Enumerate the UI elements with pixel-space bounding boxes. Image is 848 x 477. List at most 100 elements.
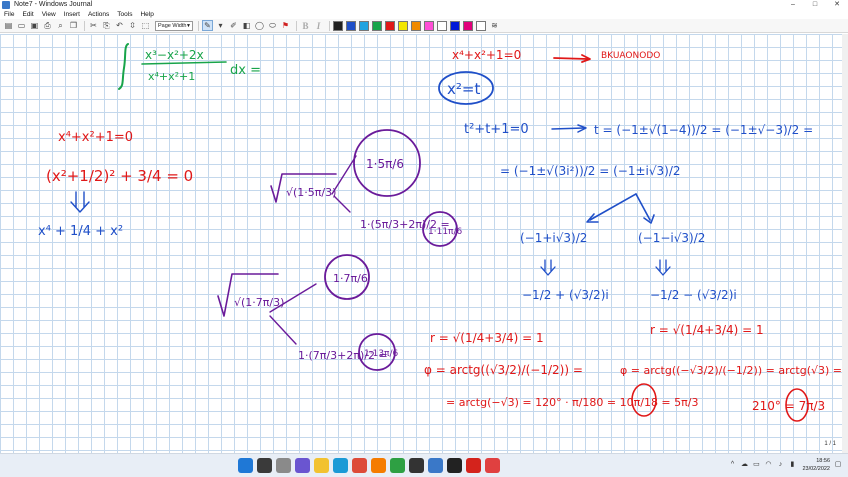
substitution: x²=t (447, 80, 480, 98)
eraser-icon[interactable]: ◧ (241, 20, 252, 31)
new-note-icon[interactable]: ▤ (3, 20, 14, 31)
root-right-simple: −1/2 − (√3/2)i (650, 288, 737, 302)
chat-icon[interactable] (295, 458, 310, 473)
copy-icon[interactable]: ❐ (68, 20, 79, 31)
down-arrow-left (540, 259, 556, 276)
window-controls: – □ ✕ (782, 0, 848, 10)
pen-options-icon[interactable]: ▾ (215, 20, 226, 31)
start-icon[interactable] (238, 458, 253, 473)
arg-left: φ = arctg((√3/2)/(−1/2)) = (424, 363, 583, 377)
color-swatch[interactable] (359, 20, 369, 31)
color-swatch[interactable] (411, 20, 421, 31)
notifications-icon[interactable]: ▢ (834, 461, 842, 469)
pen-width-icon[interactable]: ≋ (489, 20, 500, 31)
branch-arrow-left (589, 193, 637, 221)
view-select[interactable]: Page Width ▼ (155, 20, 193, 31)
app-dark-icon[interactable] (447, 458, 462, 473)
color-swatch[interactable] (398, 20, 408, 31)
implies-arrow (553, 57, 589, 60)
menu-file[interactable]: File (0, 10, 18, 19)
purple-c1: 1·5π/6 (366, 157, 404, 171)
color-swatch[interactable] (450, 20, 460, 31)
journal-taskbar-icon[interactable] (428, 458, 443, 473)
toolbar-divider (198, 20, 199, 31)
purple-arrow-1 (331, 155, 357, 195)
menu-actions[interactable]: Actions (84, 10, 113, 19)
firefox-icon[interactable] (371, 458, 386, 473)
open-icon[interactable]: ▭ (16, 20, 27, 31)
modulus-left: r = √(1/4+3/4) = 1 (430, 331, 544, 345)
purple-c2: 1·11π/6 (428, 227, 462, 237)
print-icon[interactable]: ⎙ (42, 20, 53, 31)
menu-bar: File Edit View Insert Actions Tools Help (0, 10, 848, 19)
clock-date: 23/02/2022 (802, 466, 830, 472)
flag-icon[interactable]: ⚑ (280, 20, 291, 31)
bold-icon[interactable]: B (300, 20, 311, 31)
integral-numerator: x³−x²+2x (145, 48, 204, 62)
color-swatch[interactable] (437, 20, 447, 31)
arg-left-result: = arctg(−√3) = 120° · π/180 = 10π/18 = 5… (446, 396, 698, 409)
shape-icon[interactable]: ⬭ (267, 20, 278, 31)
minimize-button[interactable]: – (782, 0, 804, 10)
battery-icon[interactable]: ▮ (788, 461, 796, 469)
wifi-icon[interactable]: ◠ (764, 461, 772, 469)
menu-tools[interactable]: Tools (113, 10, 136, 19)
color-swatch[interactable] (424, 20, 434, 31)
insert-space-icon[interactable]: ⇳ (127, 20, 138, 31)
close-button[interactable]: ✕ (826, 0, 848, 10)
color-swatch[interactable] (385, 20, 395, 31)
cloud-icon[interactable]: ☁ (740, 461, 748, 469)
menu-insert[interactable]: Insert (60, 10, 84, 19)
chevron-down-icon: ▼ (186, 22, 191, 29)
color-swatch[interactable] (372, 20, 382, 31)
purple-arrow-4 (269, 315, 297, 345)
app-red-icon[interactable] (485, 458, 500, 473)
cut-icon[interactable]: ✂ (88, 20, 99, 31)
integral-denominator: x⁴+x²+1 (148, 70, 195, 83)
highlighter-icon[interactable]: ✐ (228, 20, 239, 31)
modulus-right: r = √(1/4+3/4) = 1 (650, 323, 764, 337)
window-title: Note7 - Windows Journal (14, 1, 93, 8)
menu-help[interactable]: Help (136, 10, 157, 19)
search-icon[interactable] (257, 458, 272, 473)
purple-radical-2 (217, 273, 279, 317)
lasso-icon[interactable]: ◯ (254, 20, 265, 31)
maximize-button[interactable]: □ (804, 0, 826, 10)
journal-app-icon (2, 1, 10, 9)
speaker-icon[interactable]: ♪ (776, 461, 784, 469)
system-tray: ^ ☁ ▭ ◠ ♪ ▮ 18:56 23/02/2022 ▢ (724, 457, 842, 473)
app-green-icon[interactable] (390, 458, 405, 473)
menu-view[interactable]: View (38, 10, 60, 19)
task-view-icon[interactable] (276, 458, 291, 473)
color-swatch[interactable] (476, 20, 486, 31)
chrome-icon[interactable] (352, 458, 367, 473)
paste-icon[interactable]: ⎘ (101, 20, 112, 31)
toolbar-divider (84, 20, 85, 31)
edge-icon[interactable] (333, 458, 348, 473)
journal-page[interactable]: dx = x³−x²+2x x⁴+x²+1 x⁴+x²+1=0 BKUAONOD… (0, 34, 848, 453)
taskbar: ^ ☁ ▭ ◠ ♪ ▮ 18:56 23/02/2022 ▢ (0, 453, 848, 477)
undo-icon[interactable]: ↶ (114, 20, 125, 31)
selection-tool-icon[interactable]: ⬚ (140, 20, 151, 31)
color-swatch[interactable] (463, 20, 473, 31)
vertical-scrollbar[interactable] (842, 34, 848, 453)
branch-arrow-right (635, 193, 651, 221)
find-icon[interactable]: ⌕ (55, 20, 66, 31)
fraction-bar (141, 61, 227, 65)
italic-icon[interactable]: I (313, 20, 324, 31)
acrobat-icon[interactable] (466, 458, 481, 473)
color-swatch[interactable] (346, 20, 356, 31)
ink-layer: dx = x³−x²+2x x⁴+x²+1 x⁴+x²+1=0 BKUAONOD… (38, 43, 842, 422)
clock[interactable]: 18:56 23/02/2022 (802, 457, 830, 473)
color-swatch[interactable] (333, 20, 343, 31)
file-explorer-icon[interactable] (314, 458, 329, 473)
color-palette (333, 20, 489, 31)
chevron-up-icon[interactable]: ^ (728, 461, 736, 469)
store-icon[interactable] (409, 458, 424, 473)
view-select-value: Page Width (158, 22, 187, 29)
save-icon[interactable]: ▣ (29, 20, 40, 31)
menu-edit[interactable]: Edit (18, 10, 37, 19)
pen-tool-icon[interactable]: ✎ (202, 20, 213, 31)
quad-arrow (551, 127, 585, 130)
monitor-icon[interactable]: ▭ (752, 461, 760, 469)
